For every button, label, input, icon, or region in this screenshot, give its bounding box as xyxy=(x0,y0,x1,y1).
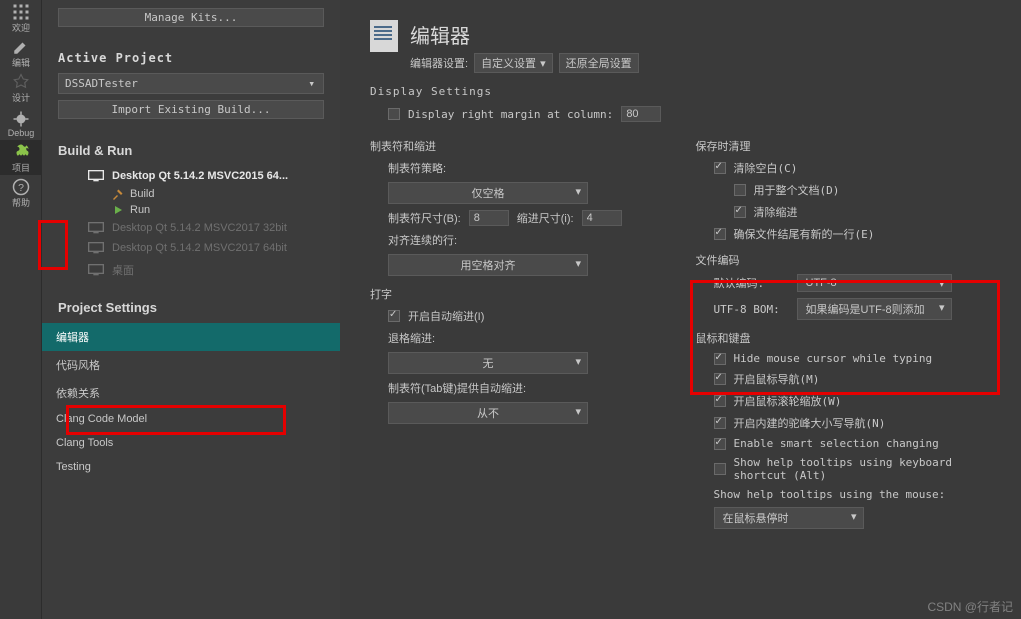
indent-size-label: 缩进尺寸(i): xyxy=(517,210,574,226)
rail-design[interactable]: 设计 xyxy=(0,70,42,105)
cleanup-group-header: 保存时清理 xyxy=(696,138,992,154)
tabkey-select[interactable]: 从不 xyxy=(388,402,588,424)
tab-size-input[interactable] xyxy=(469,210,509,226)
build-run-header: Build & Run xyxy=(58,143,324,158)
clean-indent-checkbox[interactable] xyxy=(734,206,746,218)
bom-label: UTF-8 BOM: xyxy=(714,303,789,316)
manage-kits-button[interactable]: Manage Kits... xyxy=(58,8,324,27)
whole-doc-label: 用于整个文档(D) xyxy=(754,182,840,198)
active-project-header: Active Project xyxy=(58,51,324,65)
mouse-nav-checkbox[interactable] xyxy=(714,373,726,385)
kit-item-msvc2017-64[interactable]: Desktop Qt 5.14.2 MSVC2017 64bit xyxy=(58,238,324,258)
ps-dependencies[interactable]: 依赖关系 xyxy=(42,379,340,407)
editor-settings-content: 编辑器 编辑器设置: 自定义设置 还原全局设置 Display Settings… xyxy=(340,0,1021,619)
display-settings-header: Display Settings xyxy=(370,85,991,98)
rail-help[interactable]: ?帮助 xyxy=(0,175,42,210)
clean-indent-label: 清除缩进 xyxy=(754,204,798,220)
tooltip-mouse-label: Show help tooltips using the mouse: xyxy=(714,488,946,501)
rail-edit[interactable]: 编辑 xyxy=(0,35,42,70)
mode-rail: 欢迎 编辑 设计 Debug 项目 ?帮助 xyxy=(0,0,42,619)
clean-ws-checkbox[interactable] xyxy=(714,162,726,174)
margin-label: Display right margin at column: xyxy=(408,108,613,121)
auto-indent-label: 开启自动缩进(I) xyxy=(408,308,484,324)
default-enc-select[interactable]: UTF-8 xyxy=(797,274,952,292)
page-title: 编辑器 xyxy=(410,20,639,49)
bom-select[interactable]: 如果编码是UTF-8则添加 xyxy=(797,298,952,320)
indent-size-input[interactable] xyxy=(582,210,622,226)
tab-policy-label: 制表符策略: xyxy=(388,160,446,176)
play-icon xyxy=(112,204,124,216)
whole-doc-checkbox[interactable] xyxy=(734,184,746,196)
tooltip-kbd-checkbox[interactable] xyxy=(714,463,726,475)
hammer-icon xyxy=(112,188,124,200)
ensure-newline-label: 确保文件结尾有新的一行(E) xyxy=(734,226,875,242)
tabs-group-header: 制表符和缩进 xyxy=(370,138,666,154)
ps-clang-tools[interactable]: Clang Tools xyxy=(42,431,340,455)
scroll-zoom-label: 开启鼠标滚轮缩放(W) xyxy=(734,393,842,409)
import-build-button[interactable]: Import Existing Build... xyxy=(58,100,324,119)
margin-checkbox[interactable] xyxy=(388,108,400,120)
mouse-group-header: 鼠标和键盘 xyxy=(696,330,992,346)
ps-clang-model[interactable]: Clang Code Model xyxy=(42,407,340,431)
kit-item-msvc2015-64[interactable]: Desktop Qt 5.14.2 MSVC2015 64... xyxy=(58,166,324,186)
ps-testing[interactable]: Testing xyxy=(42,455,340,479)
smart-sel-label: Enable smart selection changing xyxy=(734,437,939,450)
monitor-icon xyxy=(88,170,104,182)
kit-build[interactable]: Build xyxy=(58,186,324,202)
watermark: CSDN @行者记 xyxy=(927,598,1013,615)
project-panel: Manage Kits... Active Project DSSADTeste… xyxy=(42,0,340,619)
camel-nav-checkbox[interactable] xyxy=(714,417,726,429)
tooltip-kbd-label: Show help tooltips using keyboard shortc… xyxy=(734,456,992,482)
svg-text:?: ? xyxy=(18,182,24,194)
kit-item-msvc2017-32[interactable]: Desktop Qt 5.14.2 MSVC2017 32bit xyxy=(58,218,324,238)
mouse-nav-label: 开启鼠标导航(M) xyxy=(734,371,820,387)
rail-welcome[interactable]: 欢迎 xyxy=(0,0,42,35)
monitor-icon xyxy=(88,264,104,276)
settings-label: 编辑器设置: xyxy=(410,55,468,71)
camel-nav-label: 开启内建的驼峰大小写导航(N) xyxy=(734,415,886,431)
monitor-icon xyxy=(88,222,104,234)
margin-value-input[interactable] xyxy=(621,106,661,122)
ps-editor[interactable]: 编辑器 xyxy=(42,323,340,351)
default-enc-label: 默认编码: xyxy=(714,275,789,291)
backspace-label: 退格缩进: xyxy=(388,330,435,346)
clean-ws-label: 清除空白(C) xyxy=(734,160,798,176)
smart-sel-checkbox[interactable] xyxy=(714,438,726,450)
tooltip-mouse-select[interactable]: 在鼠标悬停时 xyxy=(714,507,864,529)
monitor-icon xyxy=(88,242,104,254)
scroll-zoom-checkbox[interactable] xyxy=(714,395,726,407)
reset-global-button[interactable]: 还原全局设置 xyxy=(559,53,639,73)
backspace-select[interactable]: 无 xyxy=(388,352,588,374)
kit-item-desktop[interactable]: 桌面 xyxy=(58,258,324,282)
rail-debug[interactable]: Debug xyxy=(0,105,42,140)
tab-size-label: 制表符尺寸(B): xyxy=(388,210,461,226)
encoding-group-header: 文件编码 xyxy=(696,252,992,268)
project-settings-header: Project Settings xyxy=(58,300,324,315)
kit-run[interactable]: Run xyxy=(58,202,324,218)
tab-policy-select[interactable]: 仅空格 xyxy=(388,182,588,204)
hide-cursor-label: Hide mouse cursor while typing xyxy=(734,352,933,365)
settings-mode-select[interactable]: 自定义设置 xyxy=(474,53,553,73)
ensure-newline-checkbox[interactable] xyxy=(714,228,726,240)
tabkey-label: 制表符(Tab键)提供自动缩进: xyxy=(388,380,526,396)
align-label: 对齐连续的行: xyxy=(388,232,457,248)
ps-code-style[interactable]: 代码风格 xyxy=(42,351,340,379)
hide-cursor-checkbox[interactable] xyxy=(714,353,726,365)
rail-project[interactable]: 项目 xyxy=(0,140,42,175)
typing-group-header: 打字 xyxy=(370,286,666,302)
auto-indent-checkbox[interactable] xyxy=(388,310,400,322)
editor-page-icon xyxy=(370,20,398,52)
align-select[interactable]: 用空格对齐 xyxy=(388,254,588,276)
project-select[interactable]: DSSADTester xyxy=(58,73,324,94)
